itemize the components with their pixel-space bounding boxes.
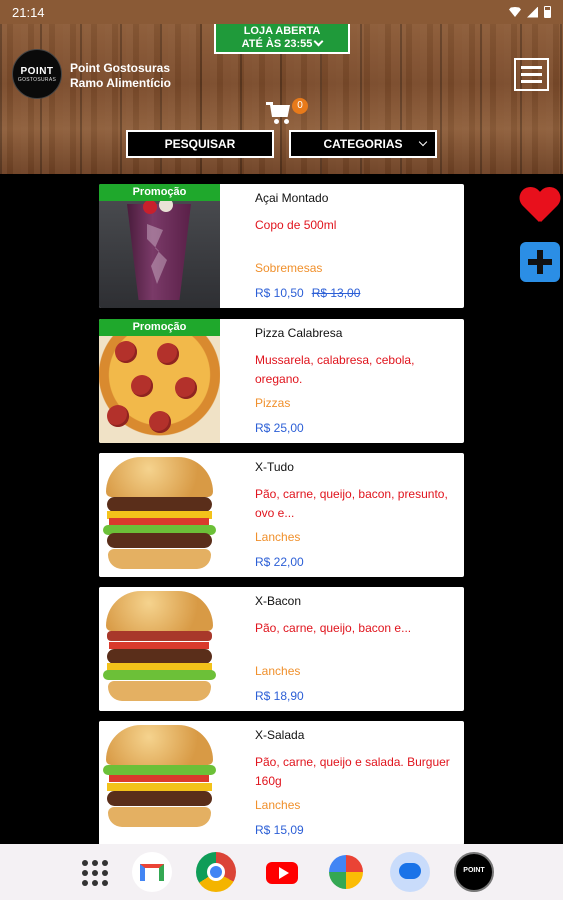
categories-dropdown[interactable]: CATEGORIAS (289, 130, 437, 158)
store-segment: Ramo Alimentício (70, 76, 171, 90)
store-name-block: Point Gostosuras Ramo Alimentício (70, 61, 171, 91)
promo-badge: Promoção (99, 184, 220, 201)
point-app-icon[interactable]: POINT (454, 852, 494, 892)
product-card[interactable]: X-Salada Pão, carne, queijo e salada. Bu… (99, 721, 464, 844)
product-name: X-Salada (255, 728, 305, 742)
product-category: Lanches (255, 798, 301, 812)
photos-icon[interactable] (329, 855, 363, 889)
product-image-burger (99, 721, 220, 844)
chevron-down-icon (313, 36, 324, 47)
chevron-down-icon (418, 137, 428, 147)
cart-count-badge: 0 (292, 98, 308, 114)
wifi-icon (509, 7, 521, 17)
current-price: R$ 10,50 (255, 286, 304, 300)
store-status-hours: ATÉ ÀS 23:55 (216, 36, 348, 51)
product-price: R$ 18,90 (255, 689, 304, 703)
product-image-pizza: Promoção (99, 319, 220, 443)
status-bar: 21:14 (0, 0, 563, 24)
product-description: Mussarela, calabresa, cebola, oregano. (255, 353, 415, 386)
status-time: 21:14 (12, 4, 45, 20)
old-price: R$ 13,00 (311, 286, 361, 300)
product-name: X-Tudo (255, 460, 294, 474)
product-category: Lanches (255, 530, 301, 544)
product-category: Lanches (255, 664, 301, 678)
product-category: Pizzas (255, 396, 291, 410)
favorites-heart-icon[interactable] (519, 188, 559, 224)
product-price: R$ 15,09 (255, 823, 304, 837)
product-price: R$ 10,50 R$ 13,00 (255, 286, 360, 300)
product-description: Copo de 500ml (255, 218, 337, 232)
store-status-open: LOJA ABERTA (243, 25, 321, 37)
store-name: Point Gostosuras (70, 61, 171, 75)
app-dock: POINT (0, 844, 563, 900)
promo-badge: Promoção (99, 319, 220, 336)
product-description: Pão, carne, queijo, bacon e... (255, 621, 412, 635)
youtube-icon[interactable] (262, 852, 302, 892)
messages-icon[interactable] (390, 852, 430, 892)
signal-icon (527, 6, 538, 18)
store-header: LOJA ABERTA ATÉ ÀS 23:55 POINT GOSTOSURA… (0, 24, 563, 174)
product-image-burger (99, 453, 220, 577)
product-category: Sobremesas (255, 261, 323, 275)
product-card[interactable]: Promoção Açai Montado Copo de 500ml Sobr… (99, 184, 464, 308)
product-name: Açai Montado (255, 191, 329, 205)
chrome-icon[interactable] (196, 852, 236, 892)
product-price: R$ 22,00 (255, 555, 304, 569)
status-icons (509, 6, 551, 18)
product-description: Pão, carne, queijo, bacon, presunto, ovo… (255, 487, 448, 520)
search-button[interactable]: PESQUISAR (126, 130, 274, 158)
product-card[interactable]: X-Bacon Pão, carne, queijo, bacon e... L… (99, 587, 464, 711)
product-card[interactable]: X-Tudo Pão, carne, queijo, bacon, presun… (99, 453, 464, 577)
product-name: Pizza Calabresa (255, 326, 343, 340)
product-name: X-Bacon (255, 594, 302, 608)
product-list[interactable]: Promoção Açai Montado Copo de 500ml Sobr… (0, 174, 563, 844)
product-description: Pão, carne, queijo e salada. Burguer 160… (255, 755, 450, 788)
store-status-badge[interactable]: LOJA ABERTA ATÉ ÀS 23:55 (214, 24, 350, 54)
store-logo: POINT GOSTOSURAS (12, 49, 62, 99)
add-plus-icon[interactable] (520, 242, 560, 282)
product-price: R$ 25,00 (255, 421, 304, 435)
product-image-acai: Promoção (99, 184, 220, 308)
product-image-burger (99, 587, 220, 711)
product-card[interactable]: Promoção Pizza Calabresa Mussarela, cala… (99, 319, 464, 443)
apps-grid-icon[interactable] (82, 860, 108, 886)
battery-icon (544, 6, 551, 18)
gmail-icon[interactable] (132, 852, 172, 892)
hamburger-menu-icon[interactable] (514, 58, 549, 91)
